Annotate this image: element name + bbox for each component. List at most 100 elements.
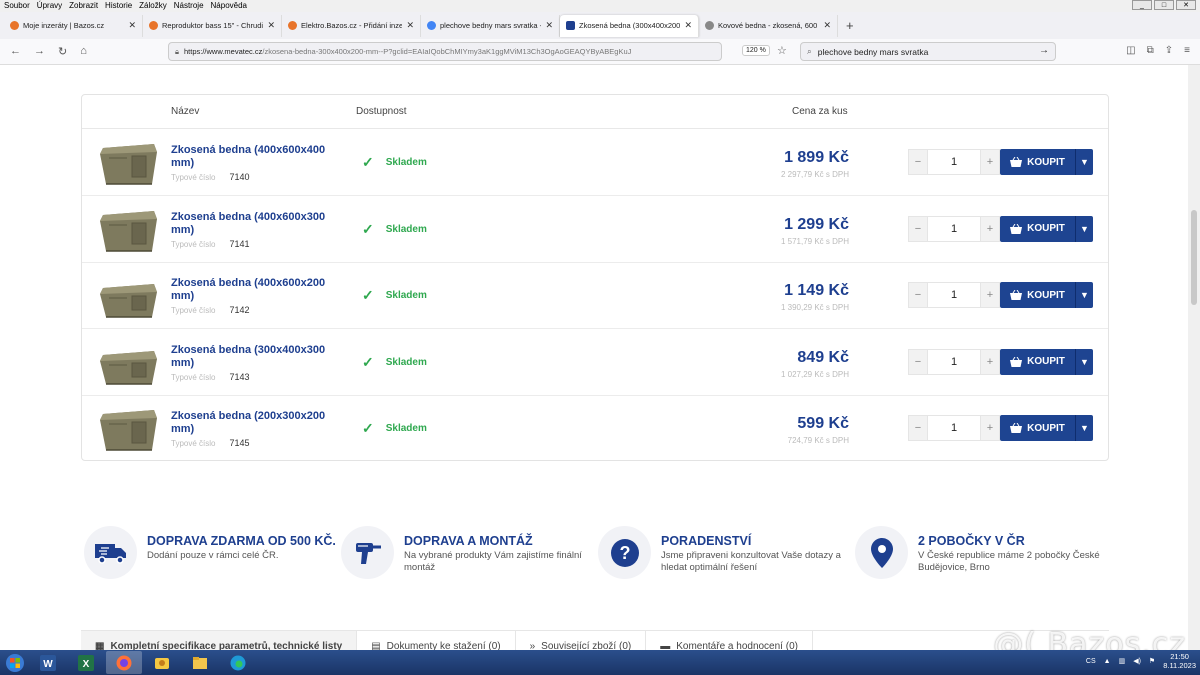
- product-name-link[interactable]: Zkosená bedna (400x600x200 mm): [171, 277, 341, 303]
- quantity-input[interactable]: [927, 349, 981, 374]
- extensions-icon[interactable]: ⧉: [1147, 45, 1154, 56]
- tab-mevatec-active[interactable]: Zkosená bedna (300x400x200 mm) ✕: [560, 14, 699, 37]
- decrease-qty-button[interactable]: −: [909, 216, 927, 241]
- taskbar-excel-icon[interactable]: X: [68, 651, 104, 674]
- tab-elektro-bazos[interactable]: Elektro.Bazos.cz - Přidání inzerátu ✕: [282, 14, 421, 37]
- decrease-qty-button[interactable]: −: [909, 283, 927, 307]
- search-box[interactable]: ⌕ plechove bedny mars svratka →: [800, 42, 1056, 61]
- search-input[interactable]: plechove bedny mars svratka: [818, 47, 929, 57]
- taskbar-edge-icon[interactable]: [220, 651, 256, 674]
- menu-help[interactable]: Nápověda: [211, 0, 247, 12]
- volume-icon[interactable]: ◀): [1133, 657, 1141, 665]
- tab-related[interactable]: » Související zboží (0): [516, 631, 647, 650]
- bookmark-star-icon[interactable]: ☆: [777, 44, 787, 57]
- product-image[interactable]: [97, 340, 160, 387]
- buy-button[interactable]: KOUPIT ▼: [1000, 149, 1093, 175]
- new-tab-button[interactable]: +: [846, 18, 854, 33]
- menu-edit[interactable]: Úpravy: [37, 0, 62, 12]
- forward-icon[interactable]: →: [34, 45, 45, 58]
- chevron-down-icon[interactable]: ▼: [1075, 282, 1093, 308]
- share-icon[interactable]: ⇪: [1165, 45, 1173, 56]
- close-tab-icon[interactable]: ✕: [267, 20, 275, 31]
- product-name-link[interactable]: Zkosená bedna (400x600x300 mm): [171, 211, 341, 237]
- language-indicator[interactable]: CS: [1086, 658, 1096, 665]
- tab-comments[interactable]: ▬ Komentáře a hodnocení (0): [646, 631, 813, 650]
- buy-button[interactable]: KOUPIT ▼: [1000, 415, 1093, 441]
- system-tray: CS ▲ ▥ ◀) ⚑ 21:50 8.11.2023: [1086, 652, 1196, 670]
- app-menu-icon[interactable]: ≡: [1184, 45, 1190, 56]
- close-tab-icon[interactable]: ✕: [406, 20, 414, 31]
- buy-button[interactable]: KOUPIT ▼: [1000, 215, 1093, 242]
- taskbar-word-icon[interactable]: W: [30, 651, 66, 674]
- increase-qty-button[interactable]: +: [981, 349, 999, 374]
- menu-view[interactable]: Zobrazit: [69, 0, 98, 12]
- tab-specifications[interactable]: ▦ Kompletní specifikace parametrů, techni…: [81, 631, 358, 650]
- quantity-input[interactable]: [927, 150, 981, 174]
- taskbar-people-icon[interactable]: [144, 651, 180, 674]
- table-row: Zkosená bedna (300x400x300 mm) Typové čí…: [82, 330, 1108, 396]
- tab-reproduktor[interactable]: Reproduktor bass 15" - Chrudim ✕: [143, 14, 282, 37]
- menu-file[interactable]: Soubor: [4, 0, 30, 12]
- product-name-link[interactable]: Zkosená bedna (200x300x200 mm): [171, 410, 341, 436]
- decrease-qty-button[interactable]: −: [909, 349, 927, 374]
- product-image[interactable]: [97, 273, 160, 320]
- tab-title: Moje inzeráty | Bazos.cz: [23, 21, 105, 30]
- scrollbar-thumb[interactable]: [1191, 210, 1197, 305]
- feature-consulting: ? PORADENSTVÍ Jsme připraveni konzultova…: [598, 525, 848, 581]
- home-icon[interactable]: ⌂: [80, 45, 87, 58]
- menu-history[interactable]: Historie: [105, 0, 132, 12]
- buy-button-label: KOUPIT: [1000, 356, 1075, 367]
- increase-qty-button[interactable]: +: [981, 216, 999, 241]
- chevron-down-icon[interactable]: ▼: [1075, 215, 1093, 242]
- decrease-qty-button[interactable]: −: [909, 416, 927, 440]
- buy-button[interactable]: KOUPIT ▼: [1000, 348, 1093, 375]
- buy-button[interactable]: KOUPIT ▼: [1000, 282, 1093, 308]
- flag-icon[interactable]: ⚑: [1149, 657, 1155, 665]
- tab-title: plechove bedny mars svratka - Hle: [440, 21, 541, 30]
- start-button[interactable]: [0, 650, 30, 675]
- product-image[interactable]: [97, 207, 160, 254]
- quantity-input[interactable]: [927, 416, 981, 440]
- product-image[interactable]: [97, 406, 160, 453]
- clock[interactable]: 21:50 8.11.2023: [1163, 652, 1196, 670]
- address-bar[interactable]: 🔒︎ https://www.mevatec.cz/zkosena-bedna-…: [168, 42, 722, 61]
- tab-downloads[interactable]: ▤ Dokumenty ke stažení (0): [357, 631, 516, 650]
- tray-arrow-icon[interactable]: ▲: [1104, 658, 1111, 665]
- minimize-button[interactable]: _: [1132, 0, 1152, 10]
- increase-qty-button[interactable]: +: [981, 150, 999, 174]
- product-image[interactable]: [97, 140, 160, 187]
- menu-bookmarks[interactable]: Záložky: [139, 0, 167, 12]
- tab-title: Elektro.Bazos.cz - Přidání inzerátu: [301, 21, 403, 30]
- increase-qty-button[interactable]: +: [981, 416, 999, 440]
- product-name-link[interactable]: Zkosená bedna (400x600x400 mm): [171, 144, 341, 170]
- pocket-icon[interactable]: ◫: [1126, 45, 1135, 56]
- close-tab-icon[interactable]: ✕: [545, 20, 553, 31]
- page-scrollbar[interactable]: [1188, 65, 1200, 650]
- quantity-input[interactable]: [927, 283, 981, 307]
- taskbar-explorer-icon[interactable]: [182, 651, 218, 674]
- quantity-input[interactable]: [927, 216, 981, 241]
- network-icon[interactable]: ▥: [1119, 657, 1126, 665]
- chevron-down-icon[interactable]: ▼: [1075, 415, 1093, 441]
- reload-icon[interactable]: ↻: [58, 45, 67, 58]
- close-tab-icon[interactable]: ✕: [823, 20, 831, 31]
- taskbar-firefox-icon[interactable]: [106, 651, 142, 674]
- increase-qty-button[interactable]: +: [981, 283, 999, 307]
- search-go-icon[interactable]: →: [1039, 45, 1049, 56]
- zoom-level[interactable]: 120 %: [742, 45, 770, 56]
- tab-bazos-moje[interactable]: Moje inzeráty | Bazos.cz ✕: [4, 14, 143, 37]
- tab-google-search[interactable]: plechove bedny mars svratka - Hle ✕: [421, 14, 560, 37]
- decrease-qty-button[interactable]: −: [909, 150, 927, 174]
- tab-kovove-bedna[interactable]: Kovové bedna - zkosená, 600 x 4 ✕: [699, 14, 838, 37]
- product-code: Typové číslo 7142: [171, 305, 250, 315]
- close-tab-icon[interactable]: ✕: [684, 20, 692, 31]
- close-tab-icon[interactable]: ✕: [128, 20, 136, 31]
- close-window-button[interactable]: ✕: [1176, 0, 1196, 10]
- chevron-down-icon[interactable]: ▼: [1075, 348, 1093, 375]
- back-icon[interactable]: ←: [10, 45, 21, 58]
- product-name-link[interactable]: Zkosená bedna (300x400x300 mm): [171, 344, 341, 370]
- chevron-down-icon[interactable]: ▼: [1075, 149, 1093, 175]
- maximize-button[interactable]: □: [1154, 0, 1174, 10]
- menu-tools[interactable]: Nástroje: [174, 0, 204, 12]
- features-strip: DOPRAVA ZDARMA OD 500 KČ. Dodání pouze v…: [84, 525, 1104, 585]
